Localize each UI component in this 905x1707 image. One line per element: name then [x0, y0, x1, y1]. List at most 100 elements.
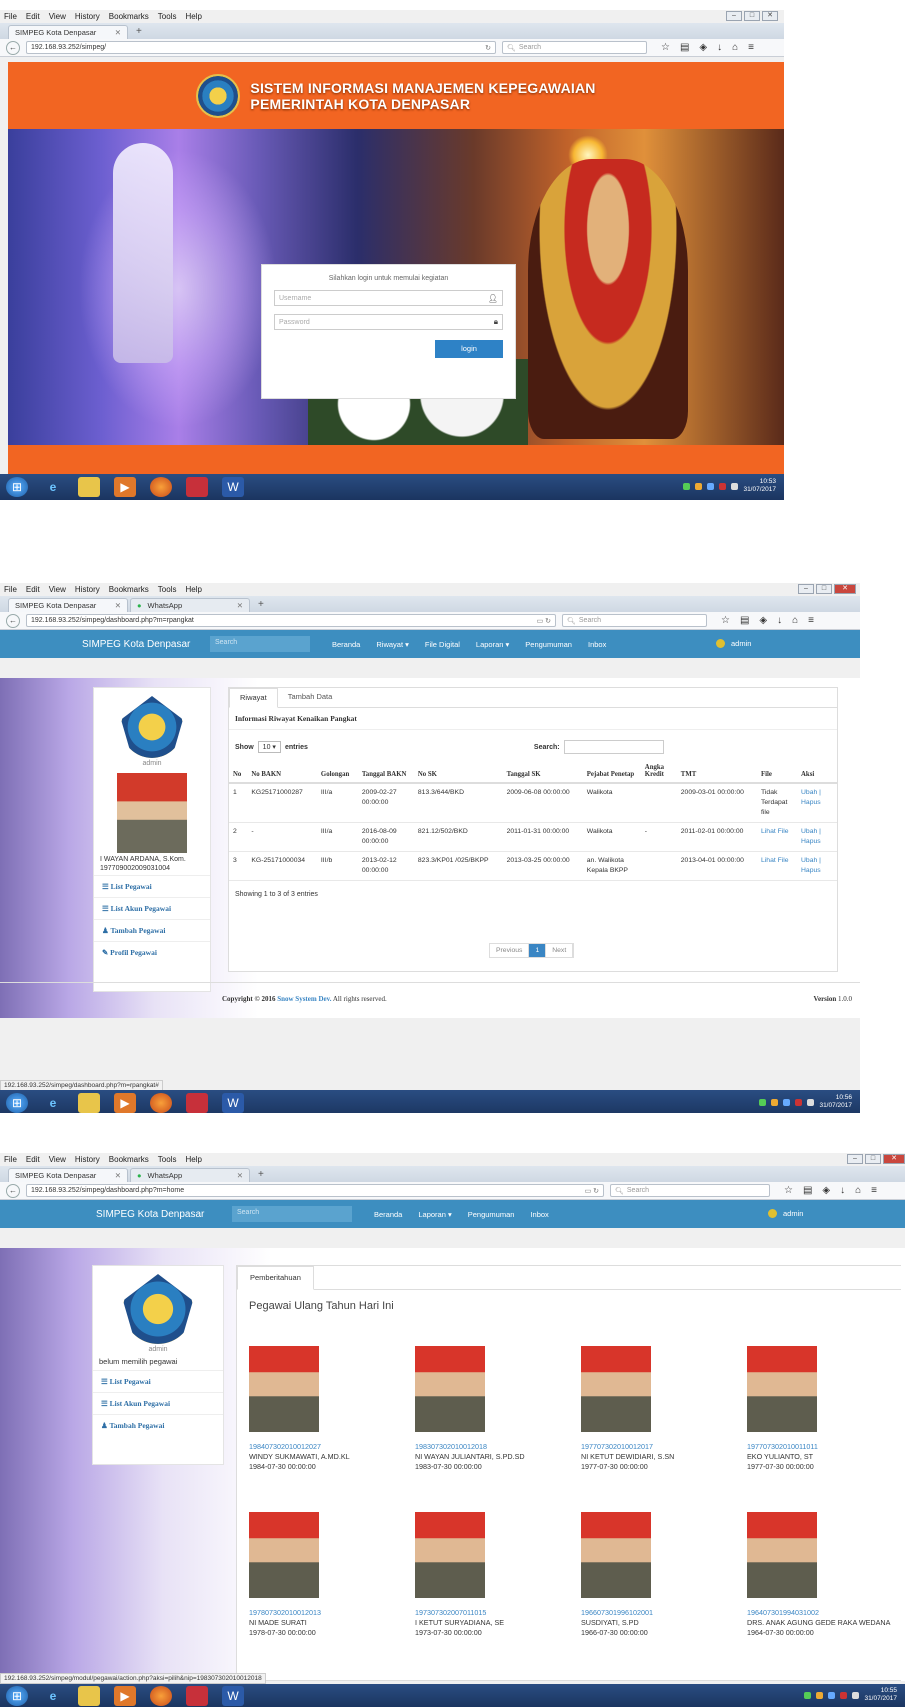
hamburger-menu-icon[interactable]: ≡: [808, 615, 814, 626]
nav-riwayat[interactable]: Riwayat ▾: [376, 640, 409, 649]
nav-inbox[interactable]: Inbox: [530, 1210, 548, 1219]
start-button-icon[interactable]: ⊞: [6, 477, 28, 497]
lihat-file-link[interactable]: Lihat File: [757, 822, 797, 852]
new-tab-icon[interactable]: +: [130, 26, 148, 39]
col-no-bakn[interactable]: No BAKN: [247, 760, 317, 784]
sidebar-item-list-akun[interactable]: ☰ List Akun Pegawai: [94, 897, 210, 919]
minimize-icon[interactable]: –: [726, 11, 742, 21]
nav-file-digital[interactable]: File Digital: [425, 640, 460, 649]
nav-laporan[interactable]: Laporan ▾: [476, 640, 509, 649]
tray-icon[interactable]: [816, 1691, 824, 1699]
tab-tambah-data[interactable]: Tambah Data: [278, 688, 343, 707]
tray-icon[interactable]: [840, 1691, 848, 1699]
library-icon[interactable]: ▤: [680, 42, 689, 53]
page-1-button[interactable]: 1: [529, 944, 547, 957]
close-icon[interactable]: ✕: [762, 11, 778, 21]
tray-icon[interactable]: [683, 482, 691, 490]
col-aksi[interactable]: Aksi: [797, 760, 837, 784]
password-field[interactable]: Password 🔒︎: [274, 314, 503, 330]
login-button[interactable]: login: [435, 340, 503, 358]
tab-riwayat[interactable]: Riwayat: [229, 688, 278, 708]
home-icon[interactable]: ⌂: [855, 1185, 861, 1196]
url-bar[interactable]: 192.168.93.252/simpeg/dashboard.php?m=ho…: [26, 1184, 604, 1197]
menu-file[interactable]: File: [4, 585, 17, 594]
sidebar-item-tambah-pegawai[interactable]: ♟ Tambah Pegawai: [93, 1414, 223, 1436]
tab-pemberitahuan[interactable]: Pemberitahuan: [237, 1266, 314, 1290]
tab-whatsapp[interactable]: ● WhatsApp ✕: [130, 598, 250, 612]
pdf-icon[interactable]: [186, 477, 208, 497]
tab-close-icon[interactable]: ✕: [115, 601, 121, 610]
maximize-icon[interactable]: □: [744, 11, 760, 21]
clock[interactable]: 10:55 31/07/2017: [864, 1687, 897, 1703]
nav-search-input[interactable]: Search: [210, 636, 310, 652]
app-brand[interactable]: SIMPEG Kota Denpasar: [82, 639, 202, 650]
nav-beranda[interactable]: Beranda: [374, 1210, 402, 1219]
pocket-icon[interactable]: ◈: [759, 615, 767, 626]
back-icon[interactable]: ←: [6, 40, 20, 55]
close-icon[interactable]: ✕: [834, 584, 856, 594]
ie-icon[interactable]: e: [42, 477, 64, 497]
menu-help[interactable]: Help: [185, 12, 201, 21]
word-icon[interactable]: W: [222, 477, 244, 497]
start-button-icon[interactable]: ⊞: [6, 1093, 28, 1113]
col-tmt[interactable]: TMT: [676, 760, 757, 784]
firefox-icon[interactable]: [150, 1685, 172, 1706]
col-golongan[interactable]: Golongan: [316, 760, 358, 784]
download-icon[interactable]: ↓: [840, 1185, 845, 1196]
employee-nip-link[interactable]: 197707302010012017: [581, 1442, 766, 1452]
pdf-icon[interactable]: [186, 1685, 208, 1706]
clock[interactable]: 10:53 31/07/2017: [743, 478, 776, 494]
menu-history[interactable]: History: [75, 12, 100, 21]
table-search-input[interactable]: [563, 740, 664, 754]
firefox-icon[interactable]: [150, 1093, 172, 1113]
menu-bookmarks[interactable]: Bookmarks: [109, 1155, 149, 1164]
entries-select[interactable]: 10 ▾: [257, 741, 281, 753]
sidebar-item-list-pegawai[interactable]: ☰ List Pegawai: [93, 1370, 223, 1392]
reload-icon[interactable]: ↻: [485, 44, 491, 52]
tray-icon[interactable]: [771, 1098, 779, 1106]
tab-close-icon[interactable]: ✕: [115, 1171, 121, 1180]
tray-icon[interactable]: [795, 1098, 803, 1106]
username-field[interactable]: Username 👤︎: [274, 290, 503, 306]
star-icon[interactable]: ☆: [661, 42, 670, 53]
sidebar-item-profil[interactable]: ✎ Profil Pegawai: [94, 941, 210, 963]
menu-help[interactable]: Help: [185, 1155, 201, 1164]
star-icon[interactable]: ☆: [721, 615, 730, 626]
volume-icon[interactable]: [852, 1691, 860, 1699]
prev-button[interactable]: Previous: [490, 944, 530, 957]
tab-whatsapp[interactable]: ● WhatsApp ✕: [130, 1168, 250, 1182]
nav-laporan[interactable]: Laporan ▾: [418, 1210, 451, 1219]
browser-search[interactable]: 🔍︎ Search: [502, 41, 647, 54]
col-pejabat[interactable]: Pejabat Penetap: [582, 760, 641, 784]
tab-simpeg[interactable]: SIMPEG Kota Denpasar ✕: [8, 598, 128, 612]
tab-close-icon[interactable]: ✕: [115, 28, 121, 37]
tray-icon[interactable]: [828, 1691, 836, 1699]
sidebar-item-tambah-pegawai[interactable]: ♟ Tambah Pegawai: [94, 919, 210, 941]
browser-search[interactable]: 🔍︎ Search: [562, 614, 707, 627]
back-icon[interactable]: ←: [6, 613, 20, 628]
firefox-icon[interactable]: [150, 477, 172, 497]
menu-bookmarks[interactable]: Bookmarks: [109, 12, 149, 21]
word-icon[interactable]: W: [222, 1685, 244, 1706]
tray-icon[interactable]: [719, 482, 727, 490]
col-file[interactable]: File: [757, 760, 797, 784]
volume-icon[interactable]: [807, 1098, 815, 1106]
col-no[interactable]: No: [229, 760, 248, 784]
download-icon[interactable]: ↓: [777, 615, 782, 626]
menu-tools[interactable]: Tools: [158, 585, 177, 594]
download-icon[interactable]: ↓: [717, 42, 722, 53]
tab-close-icon[interactable]: ✕: [237, 601, 243, 610]
tray-icon[interactable]: [707, 482, 715, 490]
col-no-sk[interactable]: No SK: [413, 760, 503, 784]
start-button-icon[interactable]: ⊞: [6, 1685, 28, 1706]
url-bar[interactable]: 192.168.93.252/simpeg/dashboard.php?m=rp…: [26, 614, 556, 627]
aksi-ubah-hapus-link[interactable]: Ubah | Hapus: [797, 783, 837, 823]
tab-simpeg[interactable]: SIMPEG Kota Denpasar ✕: [8, 25, 128, 39]
pocket-icon[interactable]: ◈: [822, 1185, 830, 1196]
browser-search[interactable]: 🔍︎ Search: [610, 1184, 770, 1197]
new-tab-icon[interactable]: +: [252, 599, 270, 612]
home-icon[interactable]: ⌂: [792, 615, 798, 626]
tray-icon[interactable]: [695, 482, 703, 490]
maximize-icon[interactable]: □: [865, 1154, 881, 1164]
nav-user[interactable]: admin: [716, 639, 751, 648]
